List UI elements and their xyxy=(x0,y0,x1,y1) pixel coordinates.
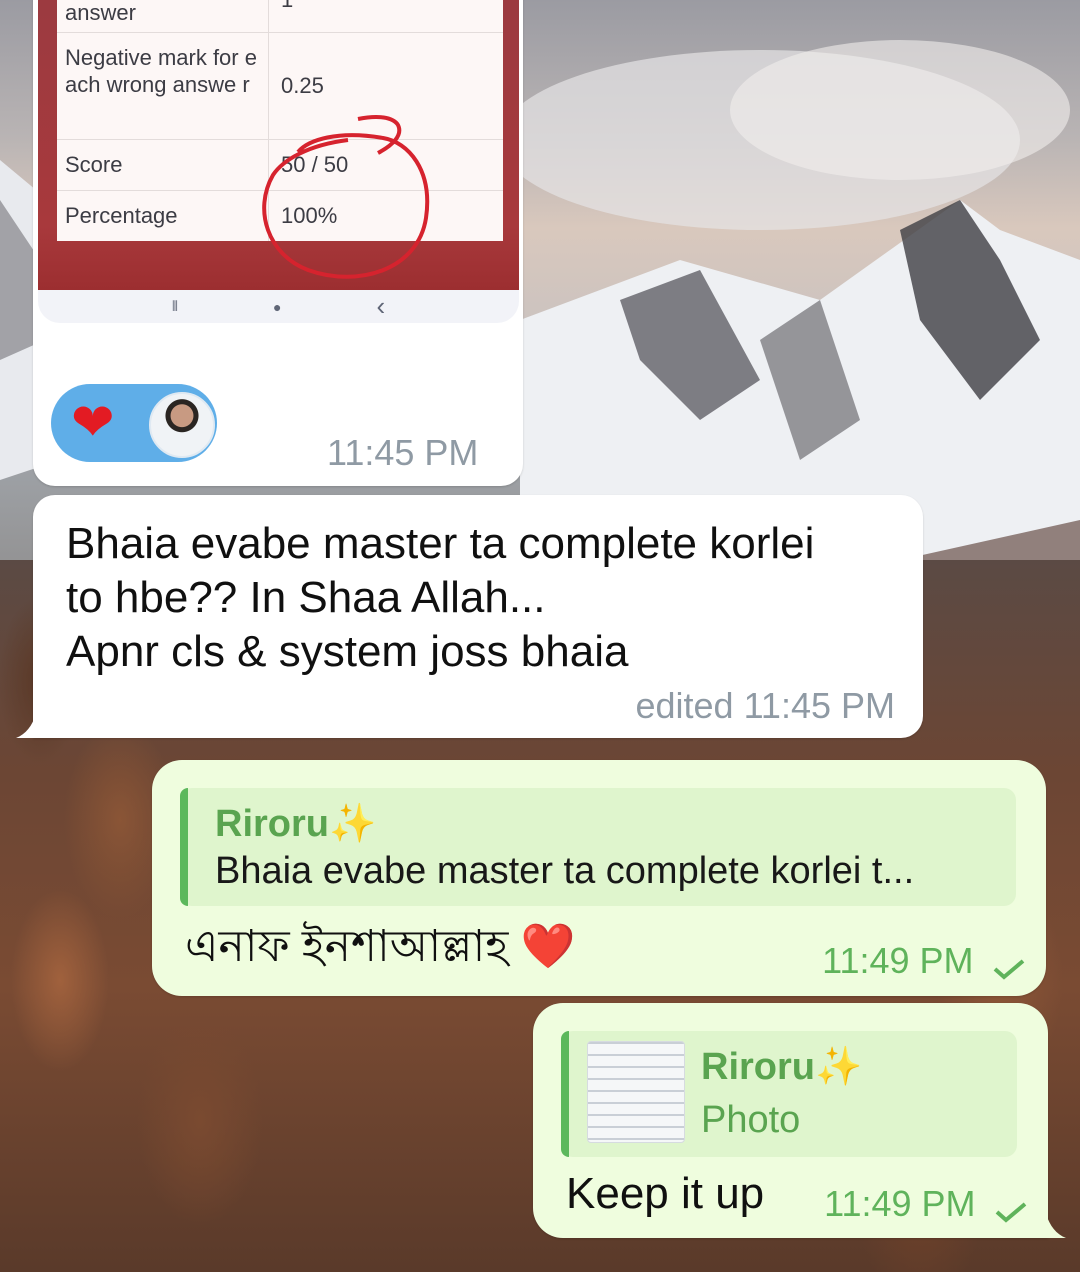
check-icon xyxy=(995,1202,1027,1223)
nav-home-icon: ● xyxy=(273,298,282,315)
red-circle-annotation xyxy=(262,115,430,279)
quoted-message[interactable]: Riroru✨ Bhaia evabe master ta complete k… xyxy=(180,788,1016,906)
quoted-author: Riroru✨ xyxy=(701,1046,863,1088)
quoted-text: Photo xyxy=(701,1099,801,1141)
message-line: Bhaia evabe master ta complete korlei xyxy=(66,519,815,568)
quoted-author: Riroru✨ xyxy=(215,803,377,845)
result-screenshot-image[interactable]: Mark for each righ t answer 1 Negative m… xyxy=(38,0,519,323)
check-icon xyxy=(993,959,1025,980)
heart-icon: ❤️ xyxy=(520,922,576,971)
nav-back-icon: ‹ xyxy=(376,291,386,321)
outgoing-reply-message[interactable]: Riroru✨ Photo Keep it up 11:49 PM xyxy=(533,1003,1048,1238)
nav-recent-icon: ⦀ xyxy=(171,298,179,314)
message-line: Apnr cls & system joss bhaia xyxy=(66,627,629,676)
message-time: 11:45 PM xyxy=(327,432,479,473)
quoted-photo-thumbnail xyxy=(587,1041,685,1143)
message-time: edited 11:45 PM xyxy=(635,685,895,726)
quoted-message[interactable]: Riroru✨ Photo xyxy=(561,1031,1017,1157)
reactor-avatar xyxy=(149,392,215,458)
message-time: 11:49 PM xyxy=(824,1183,976,1224)
incoming-text-message[interactable]: Bhaia evabe master ta complete korlei to… xyxy=(33,495,923,738)
heart-icon: ❤ xyxy=(71,394,115,452)
reaction-chip[interactable]: ❤ xyxy=(51,384,217,462)
message-time: 11:49 PM xyxy=(822,940,974,981)
message-text: Keep it up xyxy=(566,1169,765,1218)
message-line: to hbe?? In Shaa Allah... xyxy=(66,573,546,622)
outgoing-reply-message[interactable]: Riroru✨ Bhaia evabe master ta complete k… xyxy=(152,760,1046,996)
quoted-text: Bhaia evabe master ta complete korlei t.… xyxy=(215,850,915,892)
bubble-tail xyxy=(1046,1214,1066,1238)
incoming-photo-message[interactable]: Mark for each righ t answer 1 Negative m… xyxy=(33,0,523,486)
message-text: এনাফ ইনশাআল্লাহ xyxy=(185,922,509,971)
bubble-tail xyxy=(16,714,36,738)
screenshot-navbar: ⦀ ● ‹ xyxy=(38,290,519,323)
